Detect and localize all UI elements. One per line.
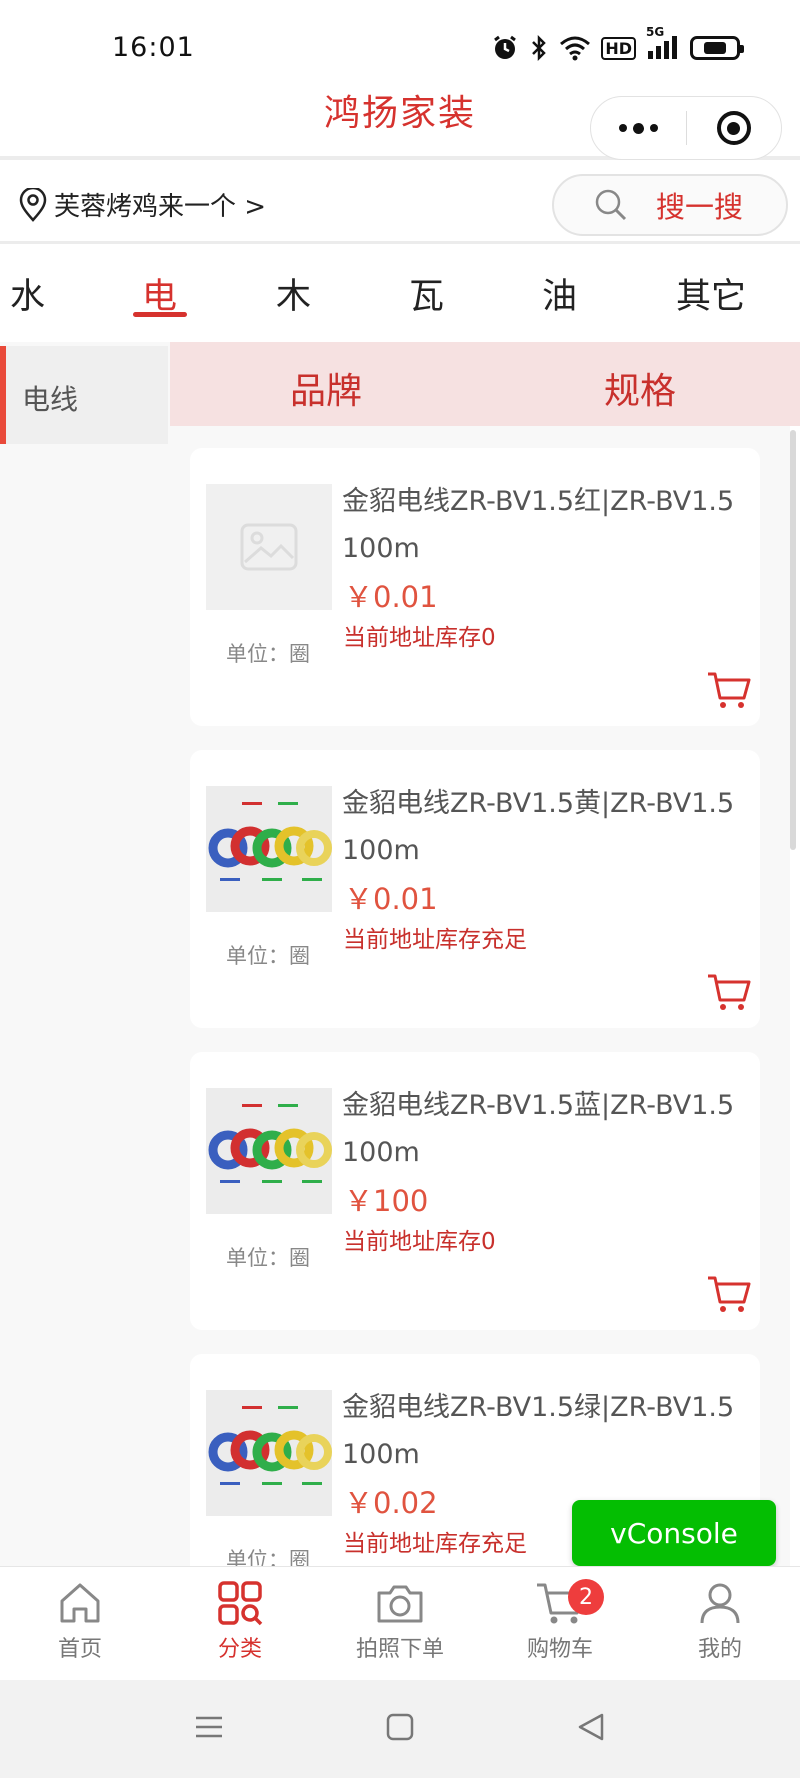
vconsole-button[interactable]: vConsole	[572, 1500, 776, 1566]
bottom-tab-bar: 首页 分类 拍照下单 2 购物车 我的	[0, 1566, 800, 1680]
more-menu-button[interactable]	[591, 97, 686, 159]
filter-bar: 品牌 规格	[170, 342, 800, 426]
wire-coils-image	[206, 786, 332, 912]
close-mini-program-button[interactable]	[686, 97, 781, 159]
product-image	[206, 1088, 332, 1214]
status-bar: 16:01 HD 5G	[0, 0, 800, 82]
tab-label: 拍照下单	[355, 1637, 444, 1662]
product-unit: 单位：圈	[226, 1246, 310, 1270]
status-icons: HD 5G	[491, 25, 744, 62]
product-card[interactable]: 单位：圈 金貂电线ZR-BV1.5红|ZR-BV1.5 100m ￥0.01 当…	[190, 448, 760, 726]
product-unit: 单位：圈	[226, 944, 310, 968]
product-name[interactable]: 金貂电线ZR-BV1.5绿|ZR-BV1.5 100m	[342, 1384, 752, 1478]
tab-wood[interactable]: 木	[276, 268, 311, 319]
product-stock: 当前地址库存0	[343, 625, 496, 651]
active-tab-indicator	[133, 312, 187, 317]
tab-tile[interactable]: 瓦	[409, 268, 444, 319]
search-icon	[595, 189, 627, 221]
product-image	[206, 786, 332, 912]
product-price: ￥0.01	[344, 580, 438, 614]
product-price: ￥100	[344, 1184, 429, 1218]
product-stock: 当前地址库存0	[343, 1229, 496, 1255]
tab-category[interactable]: 分类	[180, 1579, 300, 1663]
product-price: ￥0.01	[344, 882, 438, 916]
product-stock: 当前地址库存充足	[343, 927, 527, 953]
add-to-cart-button[interactable]	[706, 670, 752, 714]
home-icon	[60, 1583, 100, 1623]
product-card[interactable]: 单位：圈 金貂电线ZR-BV1.5黄|ZR-BV1.5 100m ￥0.01 当…	[190, 750, 760, 1028]
hd-icon: HD	[601, 36, 636, 60]
sidebar-item-wire[interactable]: 电线	[0, 346, 168, 444]
wire-coils-image	[206, 1088, 332, 1214]
square-icon	[386, 1713, 414, 1741]
target-icon	[716, 111, 751, 145]
tab-other[interactable]: 其它	[676, 268, 746, 319]
location-selector[interactable]: 芙蓉烤鸡来一个 >	[18, 186, 266, 223]
tab-label: 首页	[57, 1637, 102, 1662]
title-bar: 鸿扬家装	[0, 82, 800, 160]
sidebar-item-label: 电线	[22, 383, 79, 416]
cart-icon	[708, 672, 751, 708]
product-price: ￥0.02	[344, 1486, 438, 1520]
product-unit: 单位：圈	[226, 642, 310, 666]
tab-profile[interactable]: 我的	[660, 1579, 780, 1663]
camera-icon	[377, 1585, 423, 1623]
search-label: 搜一搜	[656, 190, 744, 224]
back-triangle-icon	[578, 1713, 604, 1741]
image-placeholder-icon	[240, 523, 298, 571]
battery-icon	[690, 36, 744, 60]
product-card[interactable]: 单位：圈 金貂电线ZR-BV1.5蓝|ZR-BV1.5 100m ￥100 当前…	[190, 1052, 760, 1330]
tab-paint[interactable]: 油	[542, 268, 577, 319]
status-time: 16:01	[112, 32, 195, 63]
location-search-bar: 芙蓉烤鸡来一个 > 搜一搜	[0, 164, 800, 244]
user-icon	[700, 1583, 740, 1624]
product-name[interactable]: 金貂电线ZR-BV1.5红|ZR-BV1.5 100m	[342, 478, 752, 572]
filter-brand[interactable]: 品牌	[290, 362, 362, 414]
tab-label: 我的	[697, 1637, 742, 1662]
category-icon	[218, 1581, 263, 1626]
bluetooth-icon	[529, 34, 549, 62]
tab-label: 分类	[217, 1637, 262, 1662]
tab-home[interactable]: 首页	[20, 1579, 140, 1663]
wifi-icon	[559, 35, 591, 61]
add-to-cart-button[interactable]	[706, 1274, 752, 1318]
product-image	[206, 1390, 332, 1516]
home-button[interactable]	[385, 1712, 415, 1746]
location-pin-icon	[19, 187, 47, 222]
product-list[interactable]: 单位：圈 金貂电线ZR-BV1.5红|ZR-BV1.5 100m ￥0.01 当…	[170, 426, 790, 1566]
tab-water[interactable]: 水	[10, 268, 45, 319]
alarm-icon	[491, 34, 519, 62]
cart-icon	[708, 974, 751, 1010]
tab-photo-order[interactable]: 拍照下单	[340, 1579, 460, 1663]
sidebar: 电线	[0, 342, 170, 1566]
mini-program-capsule	[590, 96, 782, 160]
signal-icon: 5G	[646, 25, 680, 61]
search-button[interactable]: 搜一搜	[552, 174, 788, 236]
back-button[interactable]	[576, 1712, 606, 1746]
menu-icon	[196, 1716, 222, 1738]
menu-button[interactable]	[194, 1712, 224, 1746]
product-name[interactable]: 金貂电线ZR-BV1.5蓝|ZR-BV1.5 100m	[342, 1082, 752, 1176]
product-name[interactable]: 金貂电线ZR-BV1.5黄|ZR-BV1.5 100m	[342, 780, 752, 874]
product-unit: 单位：圈	[226, 1548, 310, 1566]
list-scrollbar[interactable]	[790, 430, 796, 850]
product-stock: 当前地址库存充足	[343, 1531, 527, 1557]
location-text: 芙蓉烤鸡来一个 >	[54, 192, 267, 222]
tab-cart[interactable]: 2 购物车	[500, 1579, 620, 1663]
product-image	[206, 484, 332, 610]
category-tabs: 水 电 木 瓦 油 其它	[0, 248, 800, 340]
cart-count-badge: 2	[568, 1579, 604, 1615]
system-navigation-bar	[0, 1680, 800, 1778]
filter-spec[interactable]: 规格	[604, 362, 676, 414]
tab-label: 购物车	[526, 1637, 593, 1662]
add-to-cart-button[interactable]	[706, 972, 752, 1016]
cart-icon	[708, 1276, 751, 1312]
wire-coils-image	[206, 1390, 332, 1516]
